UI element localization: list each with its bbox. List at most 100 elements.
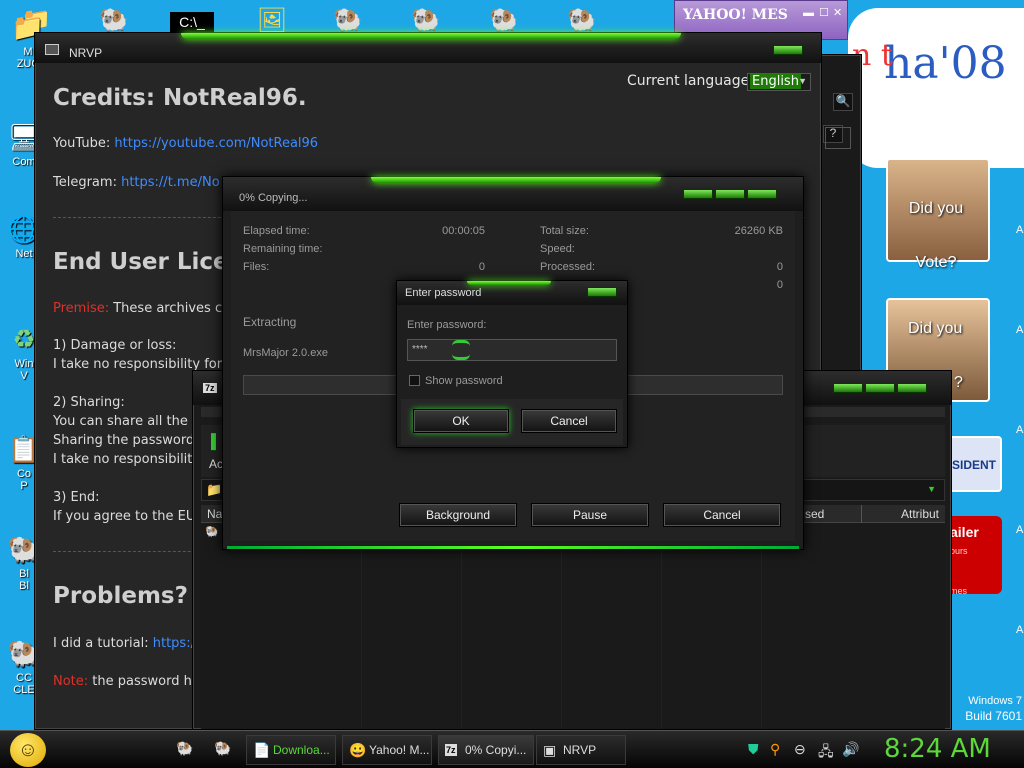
tutorial-text: I did a tutorial:: [53, 636, 153, 651]
ok-button[interactable]: OK: [413, 409, 509, 433]
cancel-button[interactable]: Cancel: [521, 409, 617, 433]
telegram-label: Telegram:: [53, 175, 122, 190]
copy-titlebar[interactable]: 0% Copying...: [223, 177, 803, 211]
gadget-tile-text: Did you Vote?: [908, 200, 964, 271]
minimize-button[interactable]: [683, 189, 713, 199]
taskbar-item[interactable]: 7z 0% Copyi...: [438, 735, 534, 765]
show-password-label[interactable]: Show password: [425, 375, 503, 387]
taskbar: ☺ 🐏 🐏 📄 Downloa... 😀 Yahoo! M... 7z 0% Copy…: [0, 730, 1024, 768]
column-name[interactable]: Na: [207, 507, 222, 521]
chevron-down-icon[interactable]: ▼: [927, 484, 936, 494]
files-label: Files:: [243, 261, 270, 273]
watermark-line: Build 7601: [965, 709, 1022, 723]
processed-label: Processed:: [540, 261, 596, 273]
close-icon[interactable]: ✕: [833, 6, 842, 19]
password-dialog[interactable]: Enter password Enter password: **** Show…: [396, 280, 628, 448]
youtube-line: YouTube: https://youtube.com/NotReal96: [53, 136, 318, 151]
minimize-icon[interactable]: ▬: [803, 7, 814, 19]
password-titlebar[interactable]: Enter password: [397, 281, 627, 305]
window-controls[interactable]: [587, 287, 617, 297]
maximize-icon[interactable]: ☐: [819, 6, 829, 19]
problems-heading: Problems?: [53, 583, 188, 609]
desktop-icon-label: Win V: [14, 358, 34, 382]
note-line: Note: the password h: [53, 674, 192, 689]
pause-button[interactable]: Pause: [531, 503, 649, 527]
note-text: the password h: [88, 674, 192, 689]
window-controls[interactable]: [683, 189, 777, 199]
search-icon[interactable]: ⚲: [770, 741, 780, 758]
section-title: 1) Damage or loss:: [53, 338, 177, 353]
folder-icon: 📁: [206, 482, 223, 497]
window-controls[interactable]: [833, 383, 927, 393]
column-attributes[interactable]: Attribut: [901, 507, 939, 521]
password-value: ****: [412, 344, 428, 355]
add-icon[interactable]: ▌: [211, 433, 221, 449]
tutorial-link[interactable]: https:/: [153, 636, 195, 651]
elapsed-label: Elapsed time:: [243, 225, 310, 237]
premise-text: These archives c: [109, 301, 223, 316]
clock[interactable]: 8:24 AM: [884, 734, 991, 764]
election-gadget[interactable]: ha'08 n t: [848, 8, 1024, 168]
gadget-tile[interactable]: Did you Vote?: [886, 158, 990, 271]
language-select[interactable]: English ▼: [747, 73, 811, 91]
section-title: 3) End:: [53, 490, 100, 505]
gadget-tile-text: ailer: [950, 524, 979, 540]
section-text: You can share all the: [53, 414, 188, 429]
gadget-tile-text: mes: [950, 586, 968, 596]
network-icon[interactable]: 🖧: [818, 741, 834, 765]
ram-icon[interactable]: 🐏: [214, 740, 231, 757]
password-input[interactable]: ****: [407, 339, 617, 361]
close-button[interactable]: [897, 383, 927, 393]
column-separator: [861, 505, 862, 523]
gadget-banner: ha'08: [884, 38, 1007, 89]
background-button[interactable]: Background: [399, 503, 517, 527]
taskbar-item-label: 0% Copyi...: [465, 743, 527, 757]
panel-button[interactable]: [825, 127, 851, 149]
gadget-tile[interactable]: SIDENT: [946, 436, 1002, 492]
window-controls[interactable]: [773, 45, 803, 55]
minimize-button[interactable]: [773, 45, 803, 55]
minus-circle-icon[interactable]: ⊖: [794, 741, 806, 758]
bottom-glow: [227, 546, 799, 549]
search-icon[interactable]: 🔍: [833, 93, 853, 111]
taskbar-item[interactable]: 😀 Yahoo! M...: [342, 735, 432, 765]
premise-line: Premise: These archives c: [53, 301, 222, 316]
section-text: If you agree to the EU: [53, 509, 196, 524]
ram-icon[interactable]: 🐏: [176, 740, 193, 757]
fm-list[interactable]: 🐏: [201, 523, 945, 729]
gadget-tile[interactable]: ailer ours mes: [946, 516, 1002, 596]
telegram-line: Telegram: https://t.me/No: [53, 175, 220, 190]
language-label: Current language:: [627, 73, 754, 89]
section-title: 2) Sharing:: [53, 395, 125, 410]
nrvp-titlebar[interactable]: NRVP: [35, 33, 821, 63]
tutorial-line: I did a tutorial: https:/: [53, 636, 195, 651]
desktop-icon-label: CC CLE: [13, 672, 35, 696]
remaining-label: Remaining time:: [243, 243, 323, 255]
taskbar-item-label: Downloa...: [273, 743, 330, 757]
minimize-button[interactable]: [833, 383, 863, 393]
telegram-link[interactable]: https://t.me/No: [121, 175, 220, 190]
maximize-button[interactable]: [715, 189, 745, 199]
file-row-icon[interactable]: 🐏: [205, 525, 219, 538]
document-icon: 📄: [253, 742, 271, 758]
start-button[interactable]: ☺: [10, 733, 46, 767]
shield-icon[interactable]: ⛊: [748, 741, 759, 758]
gadget-tile-text: Did you: [908, 320, 963, 337]
premise-label: Premise:: [53, 301, 110, 316]
eula-heading: End User Licer: [53, 249, 240, 275]
cmd-icon[interactable]: C:\_: [170, 12, 214, 32]
taskbar-item[interactable]: ▣ NRVP: [536, 735, 626, 765]
column-used[interactable]: sed: [805, 507, 824, 521]
show-password-checkbox[interactable]: [409, 375, 420, 386]
youtube-link[interactable]: https://youtube.com/NotReal96: [114, 136, 318, 151]
close-button[interactable]: [587, 287, 617, 297]
app-icon: [45, 44, 59, 55]
close-button[interactable]: [747, 189, 777, 199]
taskbar-item[interactable]: 📄 Downloa...: [246, 735, 336, 765]
maximize-button[interactable]: [865, 383, 895, 393]
cancel-button[interactable]: Cancel: [663, 503, 781, 527]
volume-icon[interactable]: 🔊: [842, 741, 859, 758]
credits-heading: Credits: NotReal96.: [53, 85, 307, 111]
title-glow: [467, 281, 551, 285]
add-button-label[interactable]: Ac: [209, 457, 223, 471]
